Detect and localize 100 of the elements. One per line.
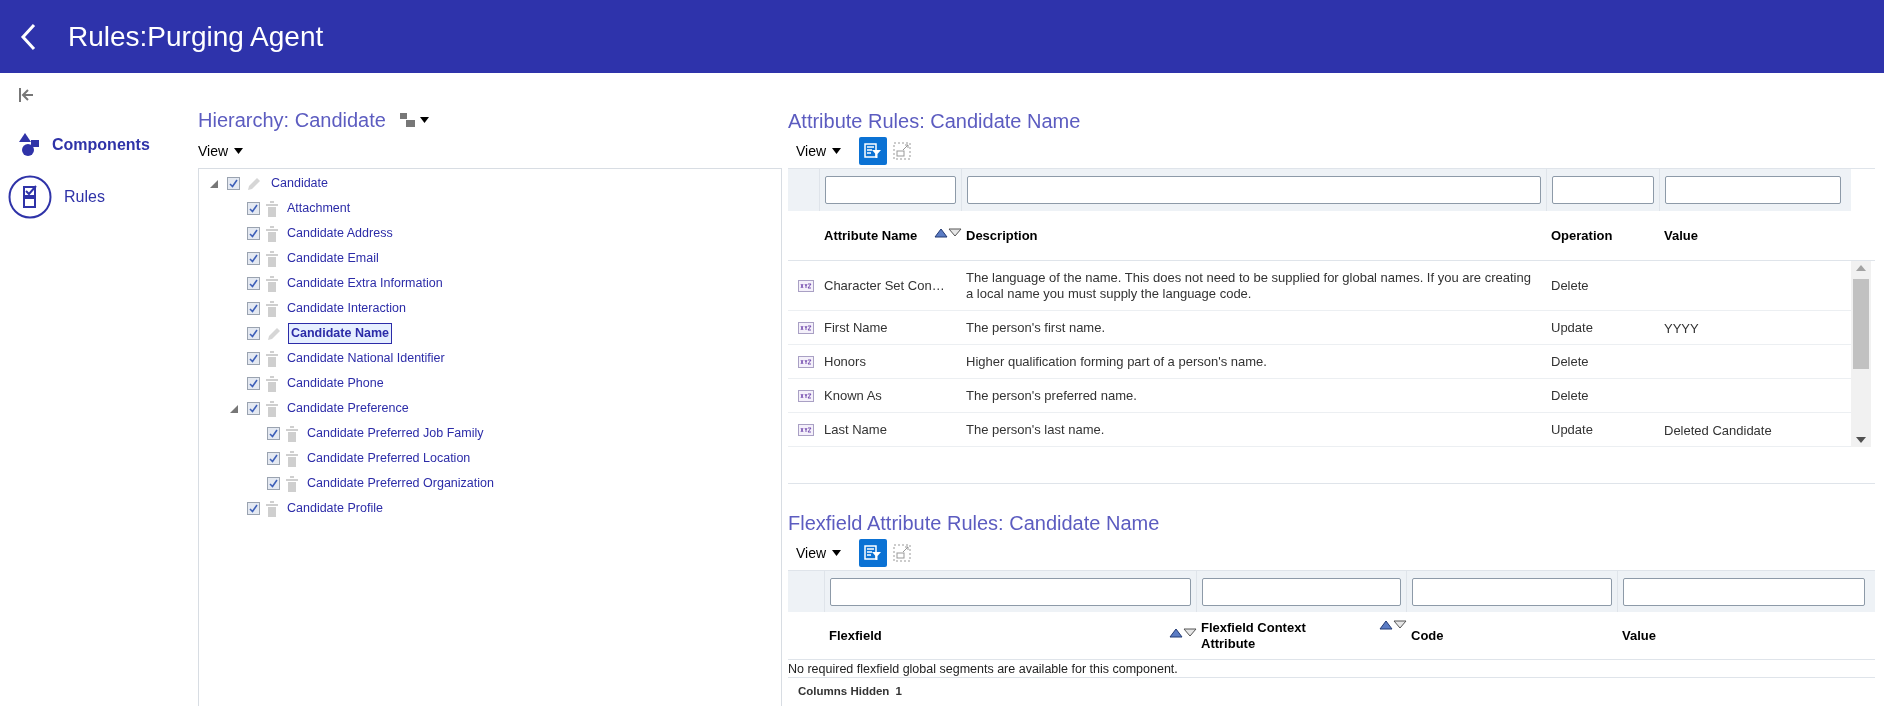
tree-checkbox[interactable] [247,327,260,340]
tree-checkbox[interactable] [247,227,260,240]
filter-field[interactable] [830,577,1191,606]
columns-hidden-label: Columns Hidden [798,684,890,700]
tree-checkbox[interactable] [267,427,280,440]
sort-icon[interactable] [1379,619,1407,630]
filter-field[interactable] [825,176,956,204]
collapse-panel-icon[interactable] [18,87,34,103]
tree-item[interactable]: Candidate Preferred Organization [304,473,497,494]
collapse-icon[interactable] [230,404,238,413]
trash-icon [266,250,278,267]
tree-checkbox[interactable] [247,202,260,215]
tree-checkbox[interactable] [247,402,260,415]
tree-item[interactable]: Candidate Interaction [284,298,409,319]
tree-item[interactable]: Candidate Profile [284,498,386,519]
hierarchy-menu-button[interactable] [399,113,429,127]
tree-item[interactable]: Candidate Preference [284,398,412,419]
trash-icon [266,350,278,367]
filter-field[interactable] [1202,577,1401,606]
trash-icon [266,300,278,317]
trash-icon [266,500,278,517]
caret-icon [419,117,429,123]
columns-hidden-count: 1 [895,684,902,700]
tree-checkbox[interactable] [267,477,280,490]
caret-icon [832,550,842,556]
text-type-icon [798,355,814,368]
page-title: Rules:Purging Agent [68,19,324,54]
filter-icon [864,143,883,159]
table-cell-text: The person's preferred name. [966,387,1138,404]
filter-field[interactable] [1412,577,1612,606]
scrollbar-thumb[interactable] [1853,279,1869,369]
tree-checkbox[interactable] [247,302,260,315]
empty-message: No required flexfield global segments are available for this component. [788,660,1875,678]
table-cell-text: Known As [824,386,883,405]
text-type-icon [798,389,814,402]
column-header: Operation [1551,227,1613,244]
table-cell-text: Last Name [824,420,888,439]
checklist-icon [8,175,52,219]
filter-field[interactable] [1552,176,1654,204]
table-cell: Deleted Candidate [1664,422,1772,438]
caret-icon [832,148,842,154]
scrollbar[interactable] [1851,261,1871,447]
filter-field[interactable] [1665,176,1841,204]
table-cell-text: First Name [824,318,889,337]
tree-item[interactable]: Candidate Name [288,323,392,344]
trash-icon [286,450,298,467]
trash-icon [266,400,278,417]
table-cell-text: Update [1551,420,1594,439]
column-header: Flexfield [829,627,882,644]
pencil-icon [246,175,262,192]
view-menu[interactable]: View [796,140,842,162]
text-type-icon [798,321,814,334]
pencil-icon [266,325,282,342]
tree-checkbox[interactable] [247,502,260,515]
text-type-icon [798,423,814,436]
tree-checkbox[interactable] [247,277,260,290]
caret-icon [234,148,244,154]
table-cell-text: The person's last name. [966,421,1106,438]
table-cell-text: Honors [824,352,867,371]
sidebar-item[interactable]: Components [8,133,198,157]
tree-checkbox[interactable] [247,377,260,390]
attribute-rules-title: Attribute Rules: Candidate Name [788,109,1082,134]
column-header: Value [1664,227,1698,244]
tree-item[interactable]: Candidate [268,173,331,194]
tree-checkbox[interactable] [267,452,280,465]
view-menu[interactable]: View [796,542,842,564]
filter-button[interactable] [859,539,888,567]
tree-item[interactable]: Attachment [284,198,354,219]
table-cell-text: Higher qualification forming part of a person's name. [966,353,1268,370]
tree-item[interactable]: Candidate Preferred Job Family [304,423,487,444]
filter-icon [864,545,883,561]
table-cell-text: The person's first name. [966,319,1107,336]
tree-item[interactable]: Candidate National Identifier [284,348,448,369]
tree-item[interactable]: Candidate Preferred Location [304,448,474,469]
scroll-down-icon[interactable] [1856,437,1866,443]
table-cell-text: Delete [1551,276,1590,295]
trash-icon [266,275,278,292]
view-menu[interactable]: View [198,140,244,162]
tree-item[interactable]: Candidate Email [284,248,382,269]
trash-icon [286,475,298,492]
tree-checkbox[interactable] [227,177,240,190]
table-cell-text: The language of the name. This does not need to be supplied for global names. If you are creating a local name you must supply the language code. [966,269,1532,302]
tree-checkbox[interactable] [247,352,260,365]
sidebar-item[interactable]: Rules [8,175,198,219]
tree-item[interactable]: Candidate Extra Information [284,273,446,294]
tree-checkbox[interactable] [247,252,260,265]
trash-icon [286,425,298,442]
tree-item[interactable]: Candidate Phone [284,373,387,394]
collapse-icon[interactable] [210,179,218,188]
column-header: Attribute Name [824,227,918,244]
sort-icon[interactable] [1169,627,1197,638]
sort-icon[interactable] [934,227,962,238]
filter-field[interactable] [967,176,1541,204]
table-cell-text: Delete [1551,386,1590,405]
tree-item[interactable]: Candidate Address [284,223,396,244]
text-type-icon [798,279,814,292]
filter-field[interactable] [1623,577,1865,606]
trash-icon [266,375,278,392]
column-header: Description [966,227,1038,244]
filter-button[interactable] [859,137,888,165]
